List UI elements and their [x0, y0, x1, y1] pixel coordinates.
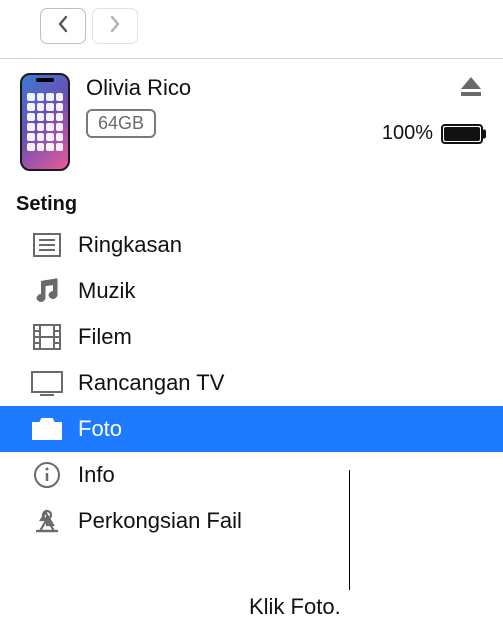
music-icon [30, 276, 64, 306]
sidebar-item-label: Muzik [78, 278, 135, 304]
sidebar-item-label: Ringkasan [78, 232, 182, 258]
chevron-left-icon [56, 15, 70, 38]
chevron-right-icon [108, 15, 122, 38]
sidebar-item-info[interactable]: Info [0, 452, 503, 498]
sidebar-item-muzik[interactable]: Muzik [0, 268, 503, 314]
nav-back-button[interactable] [40, 8, 86, 44]
info-icon [30, 460, 64, 490]
section-title: Seting [0, 189, 503, 222]
sidebar-item-foto[interactable]: Foto [0, 406, 503, 452]
tv-icon [30, 368, 64, 398]
sidebar-item-label: Foto [78, 416, 122, 442]
device-thumbnail [20, 73, 70, 171]
film-icon [30, 322, 64, 352]
sidebar-item-label: Rancangan TV [78, 370, 224, 396]
battery-percent: 100% [382, 122, 433, 145]
sidebar-item-ringkasan[interactable]: Ringkasan [0, 222, 503, 268]
filesharing-icon [30, 506, 64, 536]
camera-icon [30, 414, 64, 444]
device-name: Olivia Rico [86, 75, 366, 101]
storage-badge: 64GB [86, 109, 156, 138]
nav-forward-button[interactable] [92, 8, 138, 44]
callout-text: Klik Foto. [249, 594, 341, 620]
sidebar-item-label: Perkongsian Fail [78, 508, 242, 534]
battery-status: 100% [382, 122, 483, 145]
sidebar-item-filem[interactable]: Filem [0, 314, 503, 360]
sidebar-item-label: Filem [78, 324, 132, 350]
eject-button[interactable] [459, 75, 483, 102]
sidebar-item-label: Info [78, 462, 115, 488]
sidebar-item-rancangan-tv[interactable]: Rancangan TV [0, 360, 503, 406]
battery-icon [441, 124, 483, 144]
sidebar-item-perkongsian-fail[interactable]: Perkongsian Fail [0, 498, 503, 544]
callout-line [349, 470, 350, 590]
settings-list: Ringkasan Muzik [0, 222, 503, 544]
summary-icon [30, 230, 64, 260]
